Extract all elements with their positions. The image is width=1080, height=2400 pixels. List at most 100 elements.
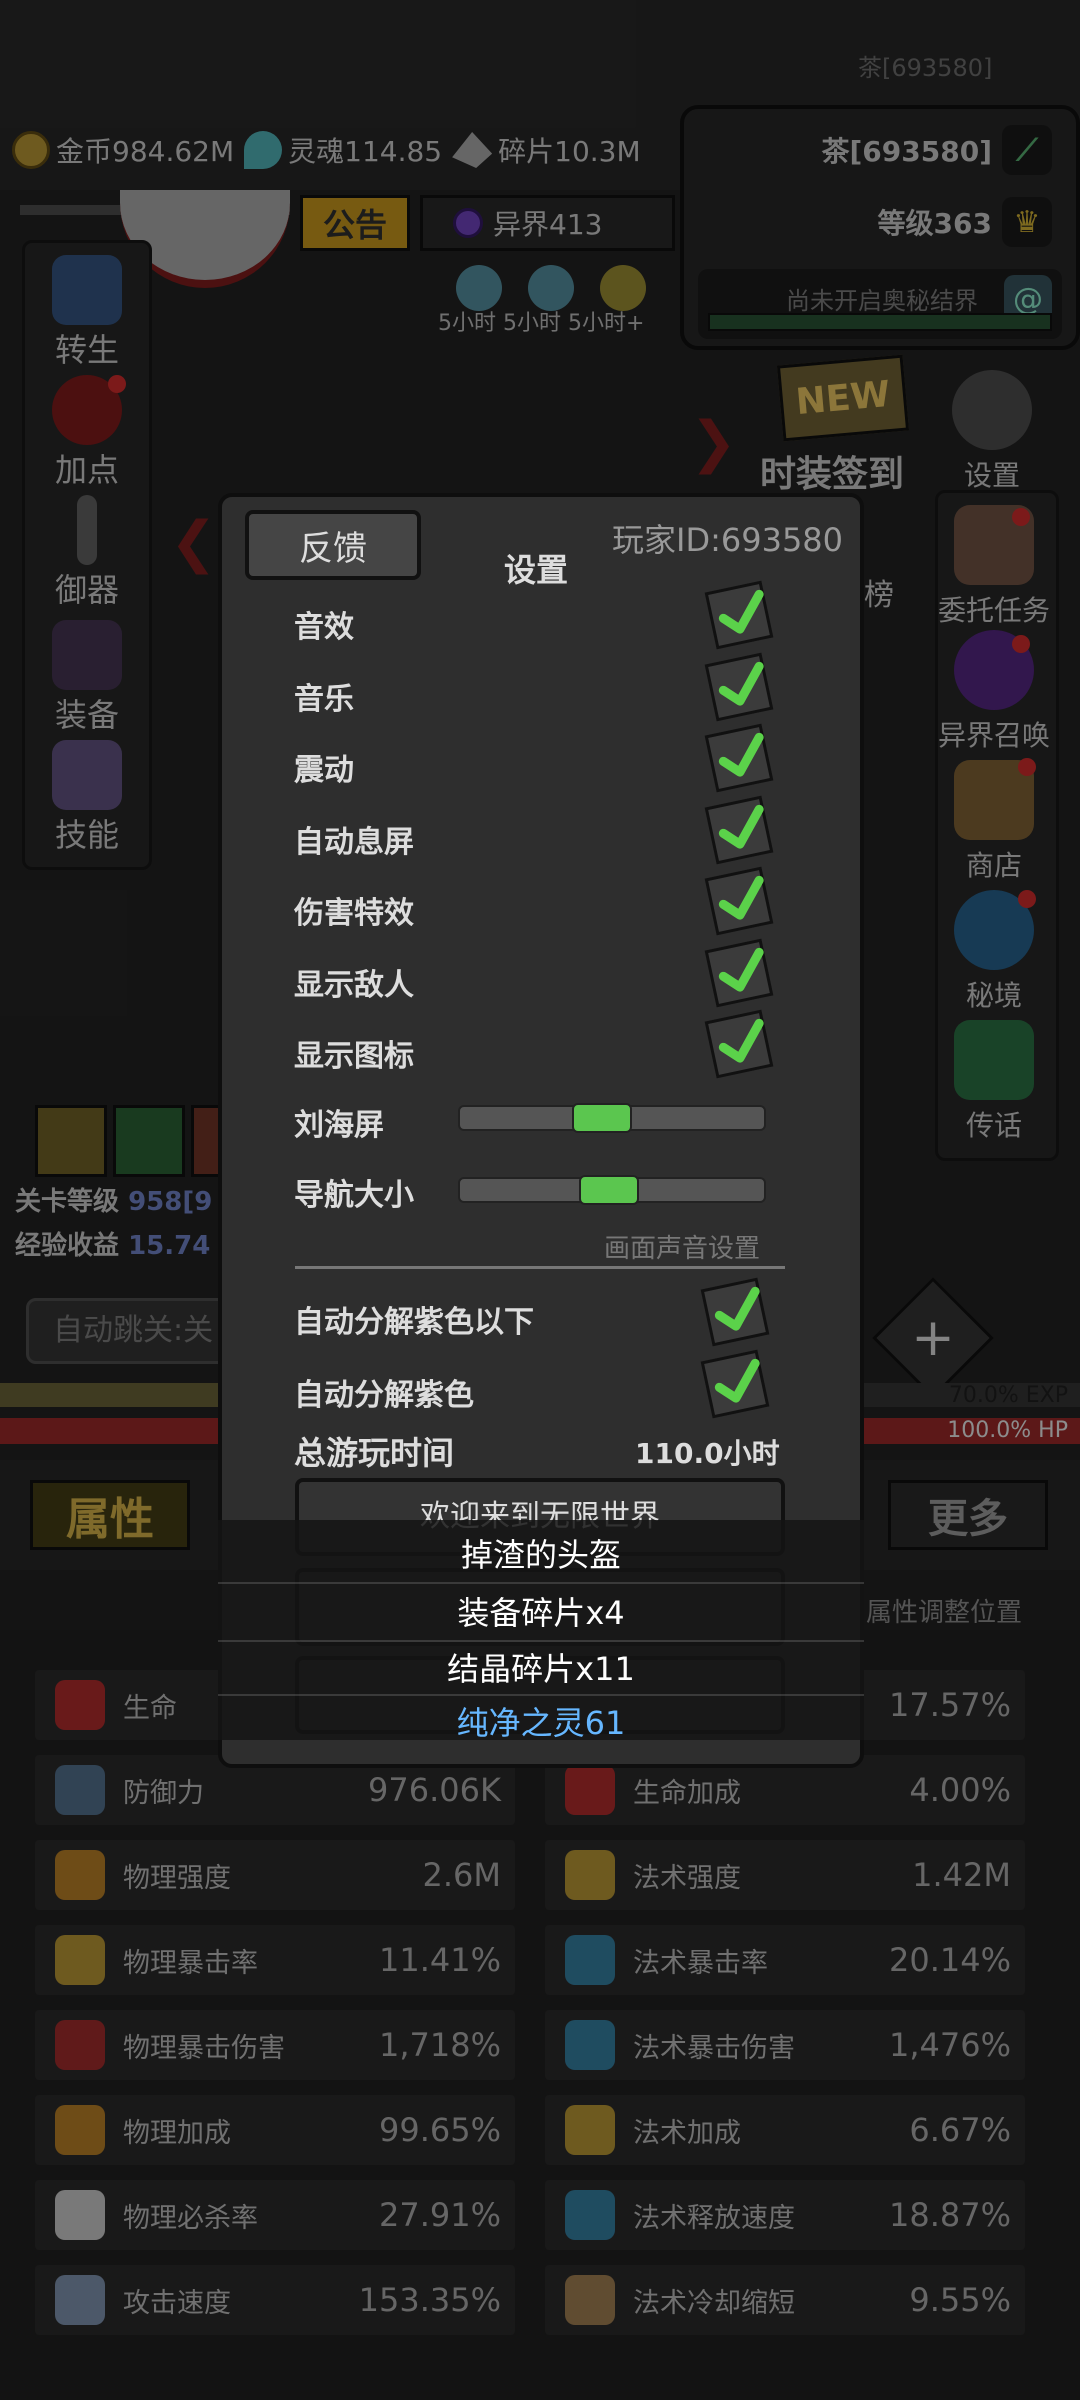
attribute-name: 法术暴击率 xyxy=(633,1947,768,1979)
attribute-name: 物理必杀率 xyxy=(123,2202,258,2234)
mushroom-icon xyxy=(565,2190,615,2240)
nav-size-slider-label: 导航大小 xyxy=(294,1178,414,1213)
otherworld-button[interactable]: 异界413 xyxy=(420,195,675,251)
toast-divider xyxy=(218,1694,864,1696)
currency-bar: 金币984.62M 灵魂114.85 碎片10.3M xyxy=(0,110,702,190)
menu-summon[interactable]: 异界召唤 xyxy=(934,630,1054,754)
fragment-currency: 碎片10.3M xyxy=(452,130,641,170)
adjust-position-link[interactable]: 属性调整位置 xyxy=(866,1592,1022,1629)
attribute-row: 法术暴击率 20.14% xyxy=(545,1925,1025,1995)
toggle-checkbox[interactable] xyxy=(704,580,774,650)
toggle-checkbox[interactable] xyxy=(704,1009,774,1079)
fist-icon xyxy=(55,2105,105,2155)
menu-equipment[interactable]: 装备 xyxy=(22,620,152,736)
new-badge-icon: NEW xyxy=(776,354,910,442)
attribute-row: 物理暴击率 11.41% xyxy=(35,1925,515,1995)
notch-slider[interactable] xyxy=(458,1103,766,1133)
system-player-id: 茶[693580] xyxy=(858,54,993,82)
attribute-row: 物理强度 2.6M xyxy=(35,1840,515,1910)
player-id: 玩家ID:693580 xyxy=(612,521,844,559)
loot-item-4: 纯净之灵61 xyxy=(456,1704,626,1742)
menu-add-points[interactable]: 加点 xyxy=(22,375,152,491)
attribute-value: 4.00% xyxy=(909,1771,1011,1809)
fashion-signin-label[interactable]: 时装签到 xyxy=(760,445,904,497)
attribute-value: 1.42M xyxy=(912,1856,1011,1894)
section-divider xyxy=(295,1266,785,1269)
attribute-row: 法术冷却缩短 9.55% xyxy=(545,2265,1025,2335)
player-panel[interactable]: 茶[693580] ⟋ 等级363 ♛ 尚未开启奥秘结界 @ xyxy=(680,105,1080,350)
heart-plus-icon xyxy=(565,1765,615,1815)
decompose-below-purple-checkbox[interactable] xyxy=(700,1277,770,1347)
attribute-value: 99.65% xyxy=(378,2111,501,2149)
skill-slot-1[interactable] xyxy=(35,1105,107,1177)
toggle-checkbox[interactable] xyxy=(704,866,774,936)
add-points-red-dot xyxy=(108,375,126,393)
attribute-value: 11.41% xyxy=(378,1941,501,1979)
attribute-value: 2.6M xyxy=(422,1856,502,1894)
playtime-label: 总游玩时间 xyxy=(294,1434,455,1472)
realm-progress-bar xyxy=(708,313,1052,331)
notch-slider-handle[interactable] xyxy=(572,1103,632,1133)
summon-red-dot xyxy=(1012,635,1030,653)
menu-skills-label: 技能 xyxy=(54,816,119,854)
attribute-row: 物理加成 99.65% xyxy=(35,2095,515,2165)
fragment-icon xyxy=(452,132,493,168)
menu-commission[interactable]: 委托任务 xyxy=(934,505,1054,629)
checkmark-icon xyxy=(718,589,764,634)
attribute-value: 153.35% xyxy=(358,2281,501,2319)
loot-item-3: 结晶碎片x11 xyxy=(447,1650,635,1688)
attribute-row: 法术释放速度 18.87% xyxy=(545,2180,1025,2250)
checkmark-icon xyxy=(718,804,764,849)
auto-skip-toggle[interactable]: 自动跳关:关 xyxy=(26,1298,236,1364)
toggle-checkbox[interactable] xyxy=(704,795,774,865)
notice-button[interactable]: 公告 xyxy=(300,195,410,251)
loot-toast: 掉渣的头盔 装备碎片x4 结晶碎片x11 纯净之灵61 xyxy=(218,1520,864,1742)
menu-rebirth-label: 转生 xyxy=(54,331,119,369)
toggle-label: 音乐 xyxy=(294,682,354,717)
sword-menu-icon xyxy=(77,495,97,565)
skill-slot-2[interactable] xyxy=(113,1105,185,1177)
attribute-value: 27.91% xyxy=(378,2196,501,2234)
hp-bar-text: 100.0% HP xyxy=(947,1418,1068,1443)
menu-settings[interactable]: 设置 xyxy=(932,370,1052,494)
attribute-name: 法术冷却缩短 xyxy=(633,2287,795,2319)
skill-slot-3[interactable] xyxy=(191,1105,221,1177)
menu-weapon[interactable]: 御器 xyxy=(22,495,152,611)
toggle-label: 自动息屏 xyxy=(294,825,414,860)
attribute-name: 攻击速度 xyxy=(123,2287,231,2319)
toggle-label: 显示敌人 xyxy=(294,968,414,1003)
attribute-value: 976.06K xyxy=(368,1771,501,1809)
stage-level-label: 关卡等级 xyxy=(15,1187,120,1217)
add-button[interactable]: + xyxy=(872,1277,994,1399)
decompose-purple-checkbox[interactable] xyxy=(700,1349,770,1419)
nav-size-slider-handle[interactable] xyxy=(579,1175,639,1205)
heart-icon xyxy=(55,1680,105,1730)
crit-damage-icon xyxy=(55,2020,105,2070)
menu-message[interactable]: 传话 xyxy=(934,1020,1054,1144)
menu-weapon-label: 御器 xyxy=(54,571,119,609)
toggle-checkbox[interactable] xyxy=(704,723,774,793)
arrow-right-icon[interactable]: ❯ xyxy=(690,410,737,475)
toggle-checkbox[interactable] xyxy=(704,652,774,722)
checkmark-icon xyxy=(718,947,764,992)
menu-shop[interactable]: 商店 xyxy=(934,760,1054,884)
loot-item-2: 装备碎片x4 xyxy=(457,1594,625,1632)
realm-box[interactable]: 尚未开启奥秘结界 @ xyxy=(698,269,1062,339)
arrow-left-icon[interactable]: ❮ xyxy=(170,510,217,575)
menu-secret-realm[interactable]: 秘境 xyxy=(934,890,1054,1014)
rank-partial-label[interactable]: 榜 xyxy=(864,570,894,614)
tab-more[interactable]: 更多 xyxy=(888,1480,1048,1550)
toggle-checkbox[interactable] xyxy=(704,938,774,1008)
menu-skills[interactable]: 技能 xyxy=(22,740,152,856)
feedback-button[interactable]: 反馈 xyxy=(245,510,421,580)
player-level: 等级363 xyxy=(877,207,992,240)
player-name: 茶[693580] xyxy=(821,135,993,168)
magic-bonus-icon xyxy=(565,2105,615,2155)
menu-rebirth[interactable]: 转生 xyxy=(22,255,152,371)
attribute-name: 法术释放速度 xyxy=(633,2202,795,2234)
attribute-value: 6.67% xyxy=(909,2111,1011,2149)
tab-attributes[interactable]: 属性 xyxy=(30,1480,190,1550)
nav-size-slider[interactable] xyxy=(458,1175,766,1205)
scroll-icon xyxy=(52,740,122,810)
decompose-below-purple-label: 自动分解紫色以下 xyxy=(294,1305,534,1340)
